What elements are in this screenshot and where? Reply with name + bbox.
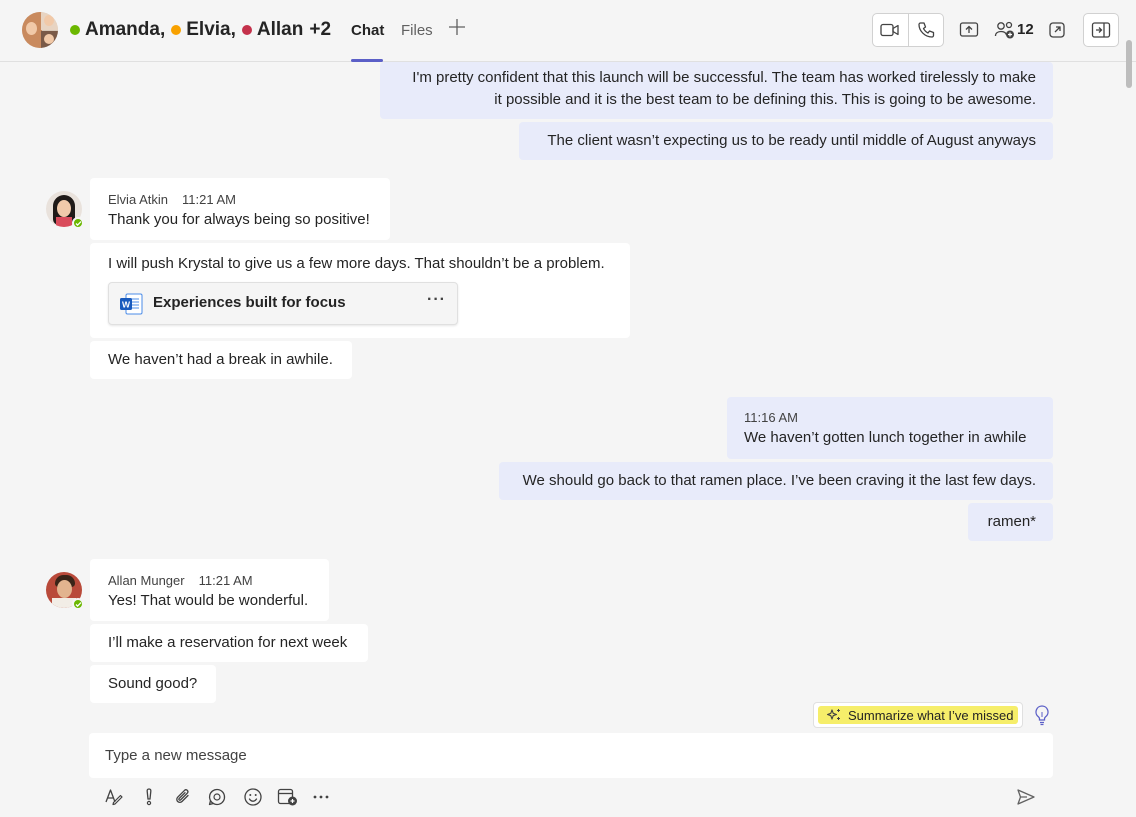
busy-presence-icon bbox=[241, 25, 252, 35]
available-status-icon bbox=[72, 598, 84, 610]
message-text: We haven’t gotten lunch together in awhi… bbox=[744, 429, 1027, 446]
participant-name: Allan bbox=[256, 19, 304, 40]
their-message[interactable]: Sound good? bbox=[90, 665, 216, 703]
participant-name: Elvia, bbox=[186, 19, 236, 40]
pop-out-icon bbox=[1049, 22, 1065, 38]
side-panel-button[interactable] bbox=[1083, 13, 1119, 47]
my-message[interactable]: I'm pretty confident that this launch wi… bbox=[380, 62, 1053, 119]
message-meta: Allan Munger 11:21 AM bbox=[108, 572, 311, 590]
their-message[interactable]: I’ll make a reservation for next week bbox=[90, 624, 368, 662]
word-file-icon: W bbox=[120, 293, 143, 315]
file-more-options-button[interactable]: ··· bbox=[427, 291, 446, 309]
file-name[interactable]: Experiences built for focus bbox=[153, 294, 346, 311]
video-call-icon bbox=[880, 23, 900, 37]
message-text: Sound good? bbox=[108, 675, 198, 692]
message-text: it possible and it is the best team to b… bbox=[494, 91, 1036, 108]
important-button[interactable] bbox=[138, 786, 160, 808]
summarize-label: Summarize what I’ve missed bbox=[848, 707, 1014, 723]
message-time: 11:21 AM bbox=[198, 573, 253, 588]
emoji-icon bbox=[244, 788, 262, 806]
important-icon bbox=[146, 788, 152, 806]
schedule-icon bbox=[277, 788, 297, 806]
lightbulb-icon bbox=[1035, 705, 1049, 726]
participant-name: Amanda, bbox=[85, 19, 166, 40]
share-screen-button[interactable] bbox=[958, 19, 980, 41]
send-icon bbox=[1017, 789, 1035, 805]
summarize-button[interactable]: Summarize what I’ve missed bbox=[813, 702, 1023, 728]
emoji-button[interactable] bbox=[242, 786, 264, 808]
file-attachment[interactable]: W Experiences built for focus ··· bbox=[108, 282, 458, 325]
active-tab-indicator bbox=[351, 59, 383, 62]
loop-icon bbox=[208, 788, 226, 806]
their-message[interactable]: Elvia Atkin 11:21 AM Thank you for always… bbox=[90, 178, 390, 240]
attach-icon bbox=[176, 789, 189, 804]
more-participants-count: +2 bbox=[309, 19, 332, 40]
available-status-icon bbox=[72, 217, 84, 229]
message-text: We should go back to that ramen place. I… bbox=[522, 472, 1036, 489]
my-message[interactable]: The client wasn’t expecting us to be rea… bbox=[519, 122, 1053, 160]
away-presence-icon bbox=[171, 25, 182, 35]
compose-box[interactable] bbox=[89, 733, 1053, 778]
their-message[interactable]: Allan Munger 11:21 AM Yes! That would be … bbox=[90, 559, 329, 621]
message-text: Thank you for always being so positive! bbox=[108, 211, 370, 228]
format-icon bbox=[105, 789, 123, 806]
my-message[interactable]: ramen* bbox=[968, 503, 1053, 541]
message-text: ramen* bbox=[987, 513, 1036, 530]
tab-files[interactable]: Files bbox=[401, 22, 433, 39]
people-count[interactable]: 12 bbox=[1017, 21, 1034, 38]
people-button[interactable] bbox=[994, 19, 1016, 41]
my-message[interactable]: We should go back to that ramen place. I… bbox=[499, 462, 1053, 500]
more-options-icon bbox=[313, 795, 329, 799]
avatar-elvia[interactable] bbox=[46, 191, 84, 229]
svg-text:W: W bbox=[122, 299, 131, 309]
attach-button[interactable] bbox=[172, 786, 194, 808]
more-options-button[interactable] bbox=[310, 786, 332, 808]
message-meta: Elvia Atkin 11:21 AM bbox=[108, 191, 372, 209]
share-screen-icon bbox=[959, 22, 979, 37]
tab-chat[interactable]: Chat bbox=[351, 22, 384, 39]
sender-name: Allan Munger bbox=[108, 573, 185, 588]
message-text: I’ll make a reservation for next week bbox=[108, 634, 348, 651]
loop-button[interactable] bbox=[206, 786, 228, 808]
message-time: 11:21 AM bbox=[181, 192, 236, 207]
message-text: Yes! That would be wonderful. bbox=[108, 592, 309, 609]
message-text: The client wasn’t expecting us to be rea… bbox=[547, 132, 1036, 149]
audio-call-button[interactable] bbox=[907, 14, 943, 46]
schedule-button[interactable] bbox=[277, 786, 299, 808]
video-call-button[interactable] bbox=[873, 14, 908, 46]
call-buttons bbox=[872, 13, 944, 47]
message-text: I'm pretty confident that this launch wi… bbox=[412, 69, 1036, 86]
side-panel-icon bbox=[1091, 22, 1111, 38]
scrollbar-thumb[interactable] bbox=[1126, 40, 1132, 88]
sparkle-icon bbox=[826, 709, 840, 720]
copilot-prompts-button[interactable] bbox=[1032, 704, 1052, 726]
avatar-allan[interactable] bbox=[46, 572, 84, 610]
add-tab-button[interactable] bbox=[448, 17, 466, 41]
message-text: I will push Krystal to give us a few mor… bbox=[108, 255, 605, 272]
pop-out-button[interactable] bbox=[1046, 19, 1068, 41]
chat-header: Amanda, Elvia, Allan +2 Chat Files 12 bbox=[0, 0, 1136, 62]
people-icon bbox=[994, 21, 1014, 39]
plus-icon bbox=[449, 19, 465, 35]
chat-title[interactable]: Amanda, Elvia, Allan +2 bbox=[70, 18, 331, 42]
my-message[interactable]: 11:16 AM We haven’t gotten lunch togethe… bbox=[727, 397, 1053, 459]
audio-call-icon bbox=[918, 22, 935, 38]
message-input[interactable] bbox=[89, 733, 1053, 778]
format-button[interactable] bbox=[103, 786, 125, 808]
message-time: 11:16 AM bbox=[744, 410, 798, 425]
sender-name: Elvia Atkin bbox=[108, 192, 168, 207]
available-presence-icon bbox=[70, 25, 80, 35]
group-avatar[interactable] bbox=[22, 12, 58, 48]
message-text: We haven’t had a break in awhile. bbox=[108, 351, 333, 368]
their-message[interactable]: We haven’t had a break in awhile. bbox=[90, 341, 352, 379]
send-button[interactable] bbox=[1015, 786, 1037, 808]
